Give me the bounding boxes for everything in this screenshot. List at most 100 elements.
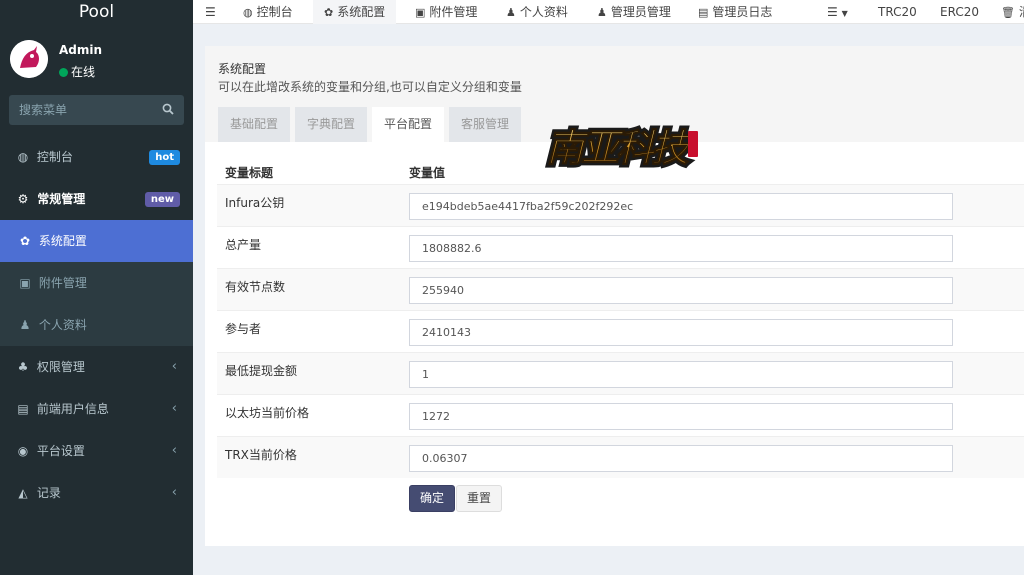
app-logo[interactable]: Pool xyxy=(0,0,193,24)
tab-label: 个人资料 xyxy=(519,5,568,19)
column-header-title: 变量标题 xyxy=(225,166,274,180)
user-status: 在线 xyxy=(59,63,95,80)
watermark-logo: 南亚科技 南亚科技 xyxy=(540,117,710,175)
user-panel: Admin 在线 xyxy=(0,24,193,94)
sidebar-toggle-button[interactable]: ☰ xyxy=(205,0,216,24)
tab-label: 控制台 xyxy=(256,5,293,19)
reset-button[interactable]: 重置 xyxy=(456,485,503,512)
new-badge: new xyxy=(144,192,180,207)
tab-label: 附件管理 xyxy=(429,5,478,19)
valid-nodes-field[interactable] xyxy=(409,277,953,304)
users-icon: ♣ xyxy=(17,360,29,374)
address-book-icon: ▤ xyxy=(17,402,29,416)
page-description: 可以在此增改系统的变量和分组,也可以自定义分组和变量 xyxy=(218,80,522,94)
online-dot-icon xyxy=(59,68,68,77)
nav-trc20[interactable]: TRC20 xyxy=(878,0,917,24)
tab-platform-config[interactable]: 平台配置 xyxy=(372,107,445,142)
row-label: 参与者 xyxy=(225,322,262,336)
sidebar-item-label: 系统配置 xyxy=(38,234,87,248)
nav-erc20[interactable]: ERC20 xyxy=(940,0,979,24)
table-row: 参与者 xyxy=(217,310,1024,352)
sidebar: Pool Admin 在线 ◍ 控制台 hot ⚙ 常规管理 new ✿ xyxy=(0,0,193,575)
list-alt-icon: ▤ xyxy=(698,6,709,19)
image-icon: ▣ xyxy=(19,276,31,290)
sidebar-item-label: 附件管理 xyxy=(38,276,87,290)
table-row: 以太坊当前价格 xyxy=(217,394,1024,436)
tab-attachments[interactable]: ▣ 附件管理 xyxy=(415,0,477,24)
search-icon[interactable] xyxy=(162,103,174,118)
row-label: 以太坊当前价格 xyxy=(225,406,310,420)
row-label: 总产量 xyxy=(225,238,262,252)
min-withdraw-field[interactable] xyxy=(409,361,953,388)
hamburger-icon: ☰ xyxy=(205,5,216,19)
table-row: 总产量 xyxy=(217,226,1024,268)
sidebar-item-label: 控制台 xyxy=(36,150,73,164)
hot-badge: hot xyxy=(149,150,180,165)
sidebar-item-attachments[interactable]: ▣ 附件管理 xyxy=(0,262,193,304)
table-row: 有效节点数 xyxy=(217,268,1024,310)
tabs-dropdown-button[interactable]: ☰ ▼ xyxy=(827,0,848,24)
total-output-field[interactable] xyxy=(409,235,953,262)
sidebar-item-system-config[interactable]: ✿ 系统配置 xyxy=(0,220,193,262)
top-navbar: ☰ ◍ 控制台 ✿ 系统配置 ▣ 附件管理 ♟ 个人资料 ♟ 管理员管理 ▤ 管理员日志 ☰… xyxy=(193,0,1024,24)
tab-customer-service[interactable]: 客服管理 xyxy=(449,107,522,142)
avatar[interactable] xyxy=(10,40,48,78)
sidebar-item-label: 权限管理 xyxy=(36,360,85,374)
sidebar-item-label: 常规管理 xyxy=(37,192,86,206)
trx-price-field[interactable] xyxy=(409,445,953,472)
sidebar-item-profile[interactable]: ♟ 个人资料 xyxy=(0,304,193,346)
tab-admin-log[interactable]: ▤ 管理员日志 xyxy=(698,0,772,24)
sidebar-item-label: 记录 xyxy=(36,486,61,500)
eth-price-field[interactable] xyxy=(409,403,953,430)
table-row: TRX当前价格 xyxy=(217,436,1024,478)
tab-profile[interactable]: ♟ 个人资料 xyxy=(506,0,568,24)
sidebar-item-label: 个人资料 xyxy=(38,318,87,332)
sidebar-item-label: 前端用户信息 xyxy=(36,402,109,416)
nav-clear[interactable]: 🗑清 xyxy=(1001,0,1024,24)
dashboard-icon: ◍ xyxy=(17,150,29,164)
svg-text:南亚科技: 南亚科技 xyxy=(546,125,694,170)
bars-icon: ☰ xyxy=(827,5,838,19)
user-icon: ♟ xyxy=(597,6,607,19)
sidebar-item-frontend-users[interactable]: ▤ 前端用户信息 ‹ xyxy=(0,388,193,430)
sidebar-item-permissions[interactable]: ♣ 权限管理 ‹ xyxy=(0,346,193,388)
row-label: TRX当前价格 xyxy=(225,448,297,462)
user-icon: ♟ xyxy=(19,318,31,332)
row-label: Infura公钥 xyxy=(225,196,285,210)
sidebar-item-label: 平台设置 xyxy=(36,444,85,458)
tab-dashboard[interactable]: ◍ 控制台 xyxy=(243,0,293,24)
tab-basic-config[interactable]: 基础配置 xyxy=(218,107,291,142)
user-icon: ♟ xyxy=(506,6,516,19)
nav-clear-label: 清 xyxy=(1019,5,1024,19)
tab-label: 系统配置 xyxy=(337,5,386,19)
user-name: Admin xyxy=(59,43,103,57)
confirm-button[interactable]: 确定 xyxy=(409,485,456,512)
tab-admin-management[interactable]: ♟ 管理员管理 xyxy=(597,0,671,24)
table-row: 最低提现金额 xyxy=(217,352,1024,394)
chevron-left-icon: ‹ xyxy=(171,485,177,500)
image-icon: ▣ xyxy=(415,6,426,19)
infura-key-field[interactable] xyxy=(409,193,953,220)
row-label: 有效节点数 xyxy=(225,280,286,294)
chevron-left-icon: ‹ xyxy=(171,359,177,374)
chevron-left-icon: ‹ xyxy=(171,401,177,416)
sidebar-item-general[interactable]: ⚙ 常规管理 new xyxy=(0,178,193,220)
user-status-label: 在线 xyxy=(71,65,96,79)
sidebar-search xyxy=(9,95,184,125)
search-input[interactable] xyxy=(9,95,159,125)
dot-circle-icon: ◉ xyxy=(17,444,29,458)
tab-dictionary-config[interactable]: 字典配置 xyxy=(295,107,368,142)
table-row: Infura公钥 xyxy=(217,184,1024,226)
gear-icon: ✿ xyxy=(324,6,334,19)
tab-label: 管理员管理 xyxy=(610,5,671,19)
chevron-left-icon: ‹ xyxy=(171,443,177,458)
sidebar-item-platform-settings[interactable]: ◉ 平台设置 ‹ xyxy=(0,430,193,472)
cogs-icon: ⚙ xyxy=(17,192,29,206)
participants-field[interactable] xyxy=(409,319,953,346)
tab-system-config[interactable]: ✿ 系统配置 xyxy=(313,0,397,24)
page-title: 系统配置 xyxy=(218,62,267,76)
sidebar-menu: ◍ 控制台 hot ⚙ 常规管理 new ✿ 系统配置 ▣ 附件管理 ♟ 个人资… xyxy=(0,136,193,514)
sidebar-item-records[interactable]: ◭ 记录 ‹ xyxy=(0,472,193,514)
caret-down-icon: ▼ xyxy=(841,9,848,18)
sidebar-item-dashboard[interactable]: ◍ 控制台 hot xyxy=(0,136,193,178)
